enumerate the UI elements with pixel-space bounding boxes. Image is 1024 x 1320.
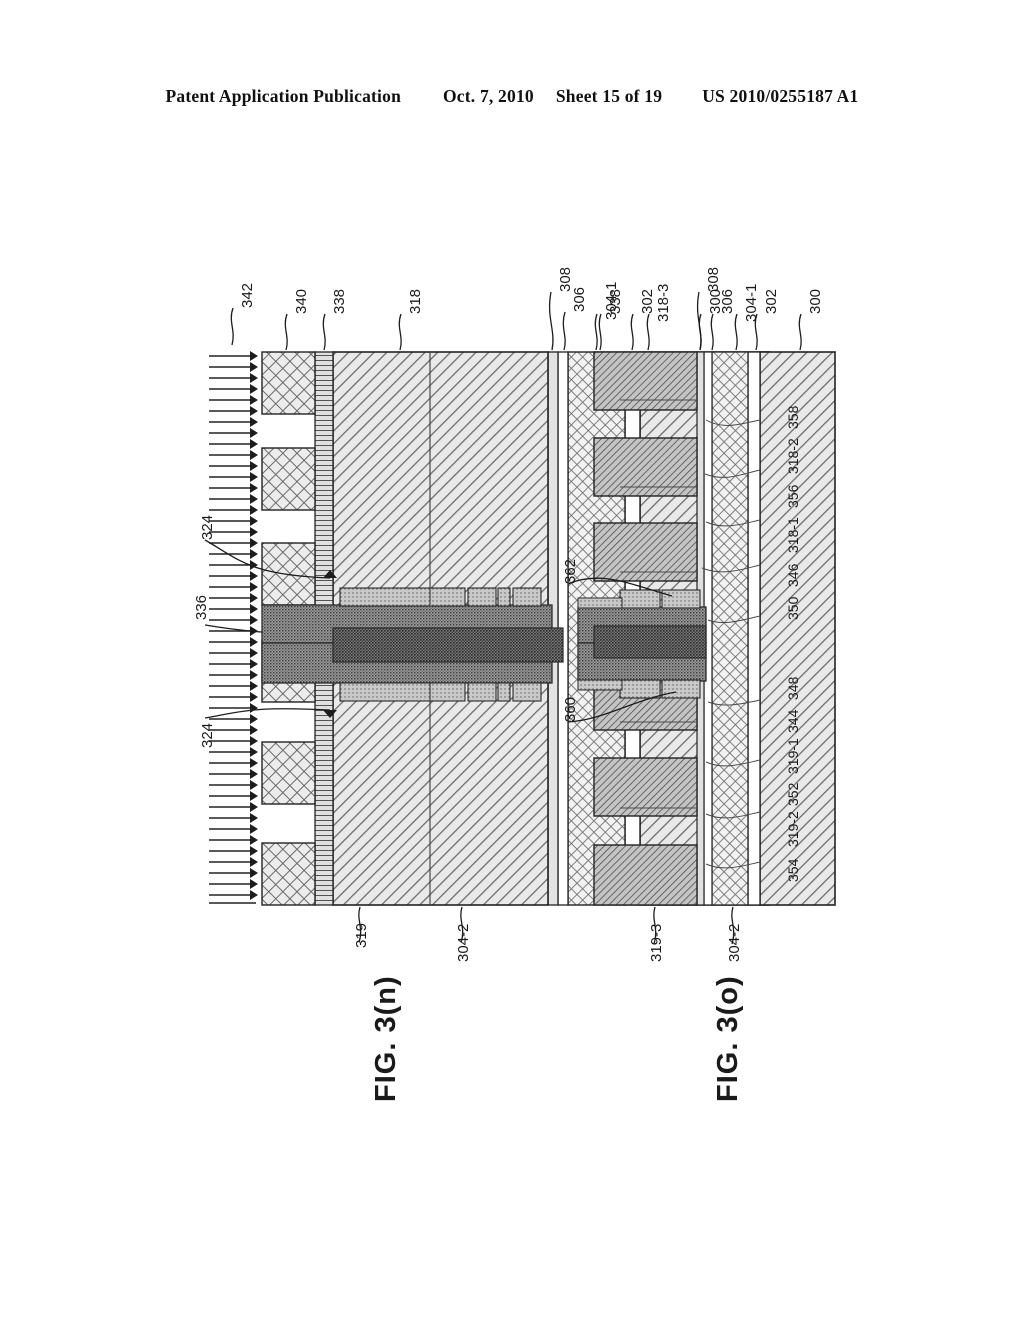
fig3o-label-360: 360 <box>562 696 579 722</box>
fig3o-stack-358: 358 <box>785 405 801 429</box>
fig3o-caption: FIG. 3(o) <box>712 975 744 1102</box>
fig3o-stack-348: 348 <box>785 676 801 700</box>
fig3o-stack-319-1: 319-1 <box>785 738 801 774</box>
fig3n-label-338: 338 <box>331 288 348 314</box>
fig3n-label-306: 306 <box>571 286 588 312</box>
fig3n-label-318: 318 <box>407 288 424 314</box>
fig3o-label-300: 300 <box>807 288 824 314</box>
fig3o-label-302: 302 <box>763 288 780 314</box>
fig3o-label-362: 362 <box>562 558 579 584</box>
patent-drawing <box>0 0 1024 1320</box>
fig3o-label-304-2: 304-2 <box>726 923 743 962</box>
fig3o-318-3-fingers <box>593 351 698 906</box>
fig3o-stack-319-2: 319-2 <box>785 811 801 847</box>
fig3n-caption: FIG. 3(n) <box>370 975 402 1102</box>
fig3o-stack-344: 344 <box>785 709 801 733</box>
fig3o-label-338: 338 <box>607 288 624 314</box>
fig3o-stack-318-2: 318-2 <box>785 438 801 474</box>
fig3n-342-arrowheads <box>250 351 258 900</box>
header-patent-number: US 2010/0255187 A1 <box>702 86 859 106</box>
fig3n-leaders-left <box>204 539 331 719</box>
page-header: Patent Application Publication Oct. 7, 2… <box>0 86 1024 107</box>
figure-3n-graphic <box>204 291 771 943</box>
fig3o-device-core <box>577 589 707 699</box>
fig3o-stack-leaders <box>620 399 761 869</box>
fig3n-label-340: 340 <box>293 288 310 314</box>
header-publication: Patent Application Publication <box>165 86 401 106</box>
fig3n-device-core <box>261 570 564 718</box>
fig3o-label-319-3: 319-3 <box>648 923 665 962</box>
fig3n-label-319: 319 <box>353 922 370 948</box>
fig3n-label-304-2: 304-2 <box>455 923 472 962</box>
fig3o-stack-318-1: 318-1 <box>785 517 801 553</box>
fig3o-stack-350: 350 <box>785 596 801 620</box>
fig3n-342-arrow-lines <box>209 355 256 904</box>
header-date: Oct. 7, 2010 <box>443 86 534 106</box>
fig3o-stack-352: 352 <box>785 782 801 806</box>
fig3o-label-306: 306 <box>719 288 736 314</box>
fig3o-label-304-1: 304-1 <box>743 283 760 322</box>
fig3n-340-blocks <box>261 351 316 906</box>
fig3o-leaders-bottom <box>653 906 735 945</box>
fig3n-label-342: 342 <box>239 282 256 308</box>
fig3o-stack-346: 346 <box>785 563 801 587</box>
fig3n-label-302: 302 <box>639 288 656 314</box>
header-sheet: Sheet 15 of 19 <box>555 86 663 106</box>
fig3o-stack-354: 354 <box>785 858 801 882</box>
fig3n-label-336: 336 <box>193 594 210 620</box>
fig3o-inner-leaders <box>567 577 677 723</box>
fig3n-label-324-lower: 324 <box>199 722 216 748</box>
fig3n-label-324-upper: 324 <box>199 514 216 540</box>
fig3n-leaders-bottom <box>358 906 464 943</box>
fig3o-stack-356: 356 <box>785 484 801 508</box>
fig3o-label-318-3: 318-3 <box>655 283 672 322</box>
